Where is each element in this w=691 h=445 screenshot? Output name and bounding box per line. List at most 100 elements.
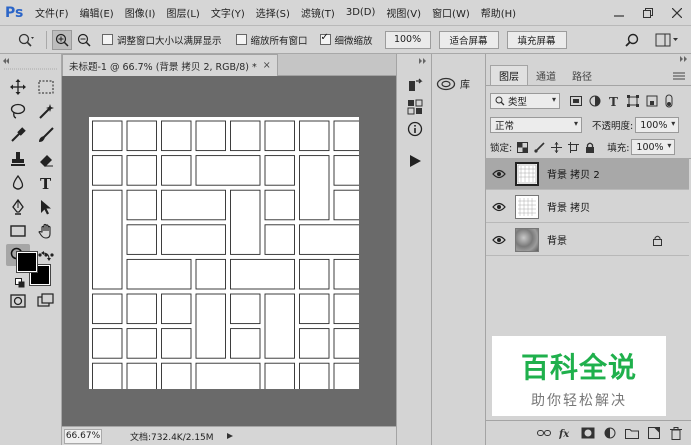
close-tab-icon[interactable]: × xyxy=(263,60,271,71)
new-adjustment-button[interactable] xyxy=(601,424,619,442)
library-button[interactable]: 库 xyxy=(436,76,470,91)
zoom-all-option[interactable]: 缩放所有窗口 xyxy=(235,33,308,47)
lasso-tool[interactable] xyxy=(6,100,30,122)
canvas-area[interactable] xyxy=(62,76,396,426)
rectangle-tool[interactable] xyxy=(6,220,30,242)
layer-row-background[interactable]: 背景 xyxy=(486,224,689,256)
filter-type-icon[interactable]: T xyxy=(608,95,620,107)
layer-row-copy-2[interactable]: 背景 拷贝 2 xyxy=(486,158,689,190)
zoom-level-field[interactable]: 66.67% xyxy=(64,428,102,444)
layer-row-copy[interactable]: 背景 拷贝 xyxy=(486,191,689,223)
menu-select[interactable]: 选择(S) xyxy=(256,5,290,20)
eraser-tool[interactable] xyxy=(34,148,58,170)
pattern-tile xyxy=(264,155,295,186)
lock-transparent-icon[interactable] xyxy=(517,141,529,153)
menu-edit[interactable]: 编辑(E) xyxy=(80,5,114,20)
svg-text:T: T xyxy=(609,95,618,107)
minimize-button[interactable] xyxy=(604,0,633,26)
fill-field[interactable]: 100% ▾ xyxy=(631,139,676,155)
pattern-tile xyxy=(299,155,330,221)
type-tool[interactable]: T xyxy=(34,172,58,194)
menu-layer[interactable]: 图层(L) xyxy=(166,5,199,20)
restore-button[interactable] xyxy=(633,0,662,26)
fit-screen-button[interactable]: 适合屏幕 xyxy=(438,30,499,49)
zoom-all-checkbox[interactable] xyxy=(235,34,247,45)
visibility-toggle[interactable] xyxy=(486,202,512,212)
scrubby-zoom-option[interactable]: 细微缩放 xyxy=(319,32,373,47)
zoom-in-button[interactable] xyxy=(52,29,72,50)
close-button[interactable] xyxy=(662,0,691,26)
library-cloud-icon xyxy=(436,77,456,90)
swap-colors-icon[interactable] xyxy=(41,251,51,261)
hand-tool[interactable] xyxy=(34,220,58,242)
default-colors-icon[interactable] xyxy=(15,278,25,288)
pattern-tile xyxy=(126,189,157,221)
move-tool[interactable] xyxy=(6,76,30,98)
filter-pixel-icon[interactable] xyxy=(570,96,582,106)
menu-file[interactable]: 文件(F) xyxy=(35,5,69,20)
properties-panel-button[interactable] xyxy=(403,96,427,118)
lock-all-icon[interactable] xyxy=(585,142,595,153)
opacity-field[interactable]: 100% ▾ xyxy=(635,117,680,133)
actions-panel-button[interactable] xyxy=(403,150,427,172)
history-panel-button[interactable] xyxy=(403,74,427,96)
scrubby-zoom-checkbox[interactable] xyxy=(319,32,331,45)
tab-channels[interactable]: 通道 xyxy=(528,65,564,85)
eyedropper-tool[interactable] xyxy=(6,124,30,146)
blur-tool[interactable] xyxy=(6,172,30,194)
new-layer-button[interactable] xyxy=(645,424,663,442)
menu-3d[interactable]: 3D(D) xyxy=(346,7,376,18)
filter-toggle-icon[interactable] xyxy=(664,94,674,108)
panel-menu-icon[interactable] xyxy=(673,72,685,82)
pen-tool[interactable] xyxy=(6,196,30,218)
magic-wand-tool[interactable] xyxy=(34,100,58,122)
zoom-tool-preset-picker[interactable] xyxy=(16,30,36,50)
visibility-toggle[interactable] xyxy=(486,235,512,245)
search-button[interactable] xyxy=(622,30,642,50)
stamp-tool[interactable] xyxy=(6,148,30,170)
brush-tool[interactable] xyxy=(34,124,58,146)
screen-mode-button[interactable] xyxy=(34,290,58,312)
panel-collapse-icon[interactable] xyxy=(401,58,427,64)
tab-layers[interactable]: 图层 xyxy=(490,65,528,85)
layer-filter-kind-select[interactable]: 类型 ▾ xyxy=(490,93,560,109)
menu-filter[interactable]: 滤镜(T) xyxy=(301,5,335,20)
resize-windows-option[interactable]: 调整窗口大小以满屏显示 xyxy=(102,33,222,47)
eyedropper-icon xyxy=(11,127,26,142)
document-canvas[interactable] xyxy=(89,117,364,394)
pattern-tile xyxy=(92,120,123,152)
filter-adjustment-icon[interactable] xyxy=(589,95,601,107)
tab-paths[interactable]: 路径 xyxy=(564,65,600,85)
layer-style-button[interactable]: fx xyxy=(557,424,575,442)
blend-mode-select[interactable]: 正常 ▾ xyxy=(490,117,582,133)
link-layers-button[interactable] xyxy=(535,424,553,442)
lock-pixels-icon[interactable] xyxy=(534,141,545,153)
lock-position-icon[interactable] xyxy=(551,141,563,153)
workspace-switcher[interactable] xyxy=(652,30,682,50)
lock-artboard-icon[interactable] xyxy=(568,141,580,153)
new-group-button[interactable] xyxy=(623,424,641,442)
document-tab[interactable]: 未标题-1 @ 66.7% (背景 拷贝 2, RGB/8) * × xyxy=(62,54,278,76)
add-mask-button[interactable] xyxy=(579,424,597,442)
marquee-tool[interactable] xyxy=(34,76,58,98)
zoom-100-button[interactable]: 100% xyxy=(384,30,431,49)
foreground-color-swatch[interactable] xyxy=(16,251,38,273)
filter-shape-icon[interactable] xyxy=(627,95,639,107)
menu-view[interactable]: 视图(V) xyxy=(386,5,421,20)
zoom-all-label: 缩放所有窗口 xyxy=(250,35,308,47)
menu-window[interactable]: 窗口(W) xyxy=(432,5,470,20)
menu-image[interactable]: 图像(I) xyxy=(125,5,156,20)
zoom-out-button[interactable] xyxy=(74,30,94,50)
resize-windows-checkbox[interactable] xyxy=(102,34,113,45)
menu-help[interactable]: 帮助(H) xyxy=(481,5,516,20)
info-panel-button[interactable] xyxy=(403,118,427,140)
layers-collapse-icon[interactable] xyxy=(662,56,688,62)
fill-screen-button[interactable]: 填充屏幕 xyxy=(506,30,567,49)
path-selection-tool[interactable] xyxy=(34,196,58,218)
filter-smart-object-icon[interactable] xyxy=(646,95,658,107)
delete-layer-button[interactable] xyxy=(667,424,685,442)
status-menu-arrow-icon[interactable] xyxy=(226,432,234,440)
menu-type[interactable]: 文字(Y) xyxy=(211,5,245,20)
quick-mask-button[interactable] xyxy=(6,290,30,312)
visibility-toggle[interactable] xyxy=(486,169,512,179)
